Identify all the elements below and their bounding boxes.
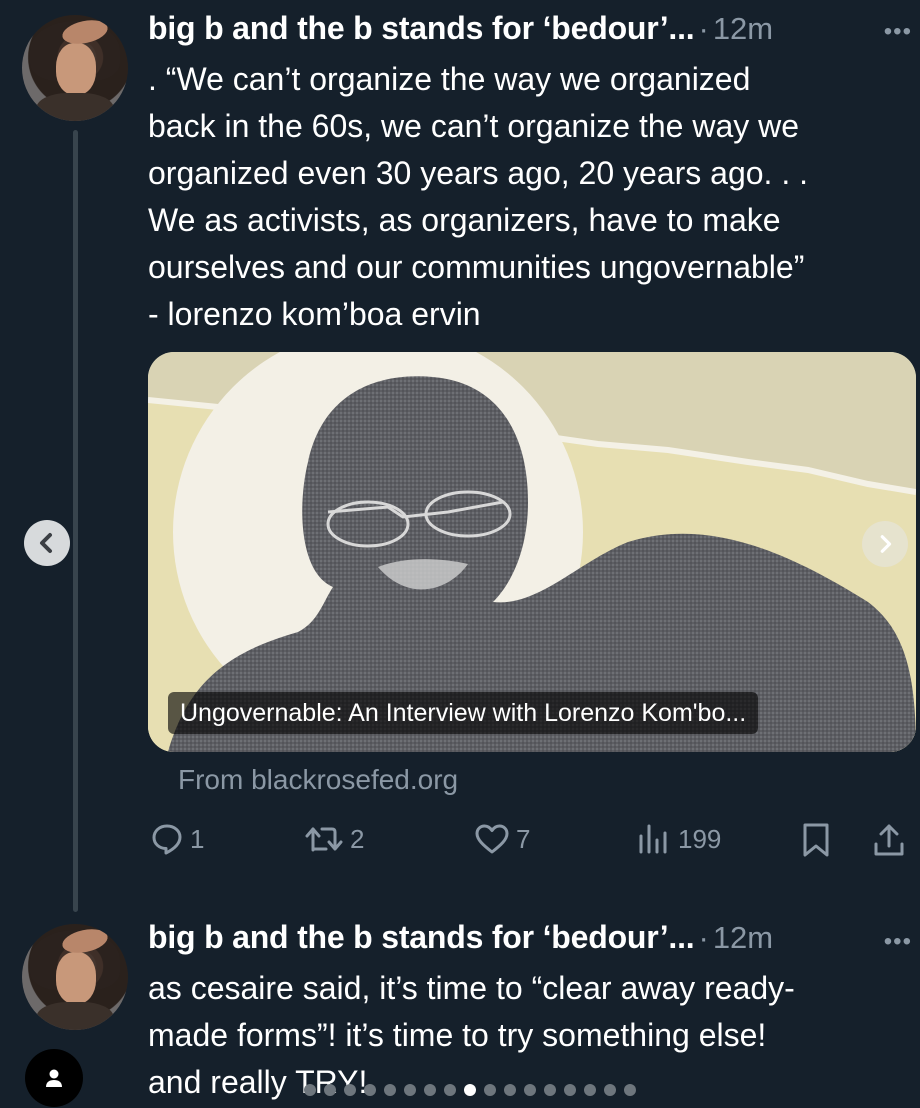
page-dot (504, 1084, 516, 1096)
views-button[interactable]: 199 (636, 822, 721, 856)
page-dot (544, 1084, 556, 1096)
page-dot (484, 1084, 496, 1096)
page-dot (464, 1084, 476, 1096)
author-name[interactable]: big b and the b stands for ‘bedour’... (148, 10, 695, 47)
profile-icon (46, 1069, 62, 1087)
views-count: 199 (678, 823, 722, 854)
reply-button[interactable]: 1 (150, 822, 204, 856)
reply-icon (152, 824, 182, 855)
tweet-text-line: . “We can’t organize the way we organize… (148, 61, 751, 97)
tweet-text-line: as cesaire said, it’s time to “clear awa… (148, 970, 795, 1006)
link-card-title[interactable]: Ungovernable: An Interview with Lorenzo … (168, 692, 759, 734)
tweet-text-line: ourselves and our communities ungovernab… (148, 249, 805, 285)
author-name[interactable]: big b and the b stands for ‘bedour’... (148, 919, 695, 956)
page-dot (324, 1084, 336, 1096)
carousel-next-button[interactable] (862, 521, 908, 567)
share-button[interactable] (872, 822, 906, 858)
avatar[interactable] (22, 924, 128, 1030)
bookmark-button[interactable] (800, 822, 832, 858)
tweet-text-line: and really TRY! (148, 1064, 368, 1100)
like-count: 7 (516, 823, 531, 854)
page-dot (304, 1084, 316, 1096)
like-button[interactable]: 7 (474, 822, 530, 856)
heart-icon (475, 824, 509, 854)
tweet-header: big b and the b stands for ‘bedour’... ·… (148, 10, 773, 50)
tweet-text-line: back in the 60s, we can’t organize the w… (148, 108, 800, 144)
separator: · (698, 11, 709, 46)
retweet-count: 2 (350, 823, 365, 854)
carousel-page-indicator (304, 1084, 636, 1096)
page-dot (584, 1084, 596, 1096)
share-icon (874, 824, 904, 856)
thread-line (73, 130, 78, 912)
reply-count: 1 (190, 823, 205, 854)
retweet-icon (305, 827, 343, 852)
tweet-actions: 1 2 7 199 (0, 818, 920, 868)
more-options-icon[interactable]: ••• (884, 928, 912, 956)
timestamp[interactable]: 12m (713, 11, 773, 47)
page-dot (624, 1084, 636, 1096)
avatar[interactable] (22, 15, 128, 121)
page-dot (364, 1084, 376, 1096)
bookmark-icon (803, 823, 829, 857)
page-dot (424, 1084, 436, 1096)
tweet-text-line: organized even 30 years ago, 20 years ag… (148, 155, 808, 191)
chevron-left-icon (40, 533, 52, 553)
page-dot (344, 1084, 356, 1096)
more-options-icon[interactable]: ••• (884, 18, 912, 46)
page-dot (564, 1084, 576, 1096)
tweet-header: big b and the b stands for ‘bedour’... ·… (148, 919, 773, 959)
tweet-text-line: - lorenzo kom’boa ervin (148, 296, 481, 332)
timestamp[interactable]: 12m (713, 920, 773, 956)
tweet-text-line: made forms”! it’s time to try something … (148, 1017, 767, 1053)
page-dot (404, 1084, 416, 1096)
tweet-text-line: We as activists, as organizers, have to … (148, 202, 781, 238)
page-dot (604, 1084, 616, 1096)
separator: · (698, 920, 709, 955)
tweet-text: . “We can’t organize the way we organize… (148, 56, 908, 338)
retweet-button[interactable]: 2 (304, 822, 364, 856)
page-dot (524, 1084, 536, 1096)
link-card-source[interactable]: From blackrosefed.org (178, 764, 458, 796)
page-dot (444, 1084, 456, 1096)
profile-button[interactable] (25, 1049, 83, 1107)
page-dot (384, 1084, 396, 1096)
views-icon (639, 824, 667, 854)
chevron-right-icon (880, 535, 892, 553)
carousel-previous-button[interactable] (24, 520, 70, 566)
